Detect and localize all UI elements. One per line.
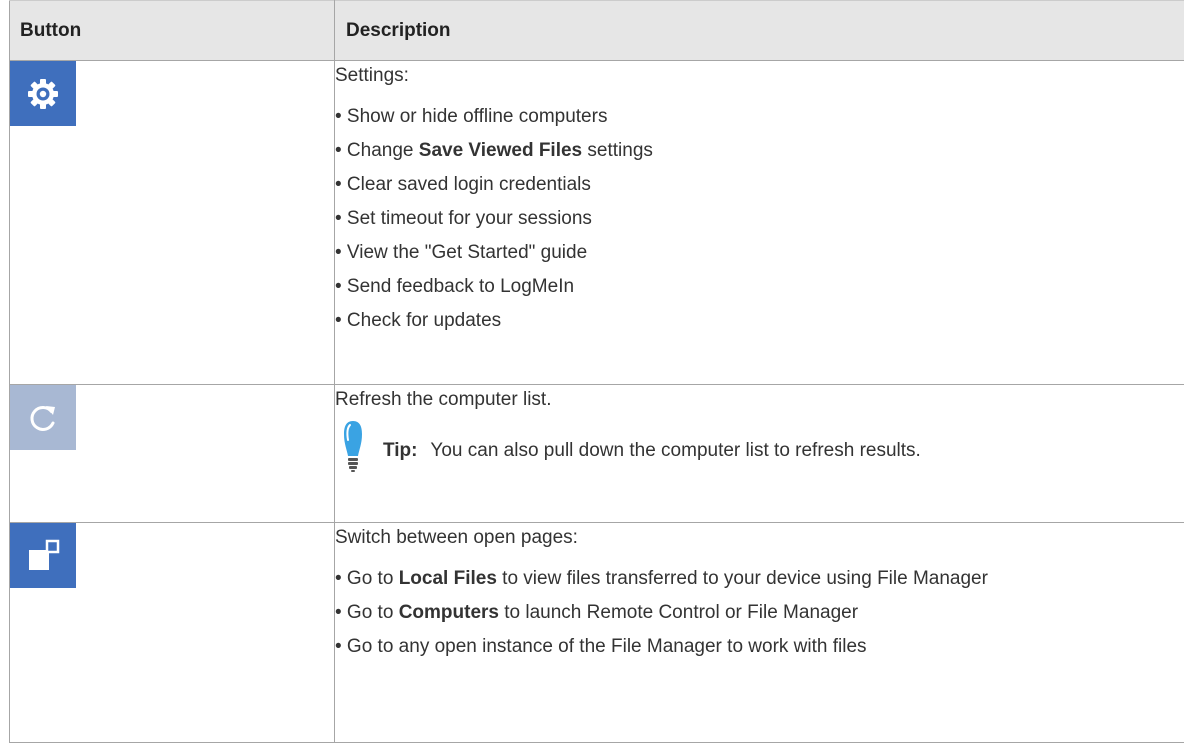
list-item: • Set timeout for your sessions	[335, 204, 1184, 233]
table-row-settings: Settings: • Show or hide offline compute…	[10, 61, 1184, 385]
list-item: • Go to any open instance of the File Ma…	[335, 632, 1184, 661]
list-item: • Show or hide offline computers	[335, 102, 1184, 131]
bullet-list: • Show or hide offline computers • Chang…	[335, 102, 1184, 335]
tip-text: Tip: You can also pull down the computer…	[383, 416, 921, 465]
switch-pages-icon[interactable]	[10, 523, 76, 588]
button-cell	[10, 523, 335, 743]
refresh-icon[interactable]	[10, 385, 76, 450]
description-intro: Switch between open pages:	[335, 523, 1184, 552]
list-item: • Check for updates	[335, 306, 1184, 335]
description-cell: Settings: • Show or hide offline compute…	[335, 61, 1184, 385]
bullet-list: • Go to Local Files to view files transf…	[335, 564, 1184, 661]
description-cell: Switch between open pages: • Go to Local…	[335, 523, 1184, 743]
tip-body: You can also pull down the computer list…	[430, 440, 920, 461]
list-item: • Clear saved login credentials	[335, 170, 1184, 199]
column-header-description: Description	[335, 1, 1184, 61]
lightbulb-icon	[343, 420, 363, 483]
list-item: • View the "Get Started" guide	[335, 238, 1184, 267]
button-cell	[10, 61, 335, 385]
tip-label: Tip:	[383, 440, 417, 461]
table-row-refresh: Refresh the computer list. Tip: You can …	[10, 385, 1184, 523]
description-intro: Settings:	[335, 61, 1184, 90]
tip-callout: Tip: You can also pull down the computer…	[343, 416, 1184, 483]
list-item: • Go to Computers to launch Remote Contr…	[335, 598, 1184, 627]
list-item: • Change Save Viewed Files settings	[335, 136, 1184, 165]
column-header-button: Button	[10, 1, 335, 61]
button-cell	[10, 385, 335, 523]
table-row-switch-pages: Switch between open pages: • Go to Local…	[10, 523, 1184, 743]
description-intro: Refresh the computer list.	[335, 385, 1184, 414]
settings-gear-icon[interactable]	[10, 61, 76, 126]
list-item: • Send feedback to LogMeIn	[335, 272, 1184, 301]
description-cell: Refresh the computer list. Tip: You can …	[335, 385, 1184, 523]
button-description-table: Button Description	[9, 0, 1184, 743]
list-item: • Go to Local Files to view files transf…	[335, 564, 1184, 593]
table-header-row: Button Description	[10, 1, 1184, 61]
